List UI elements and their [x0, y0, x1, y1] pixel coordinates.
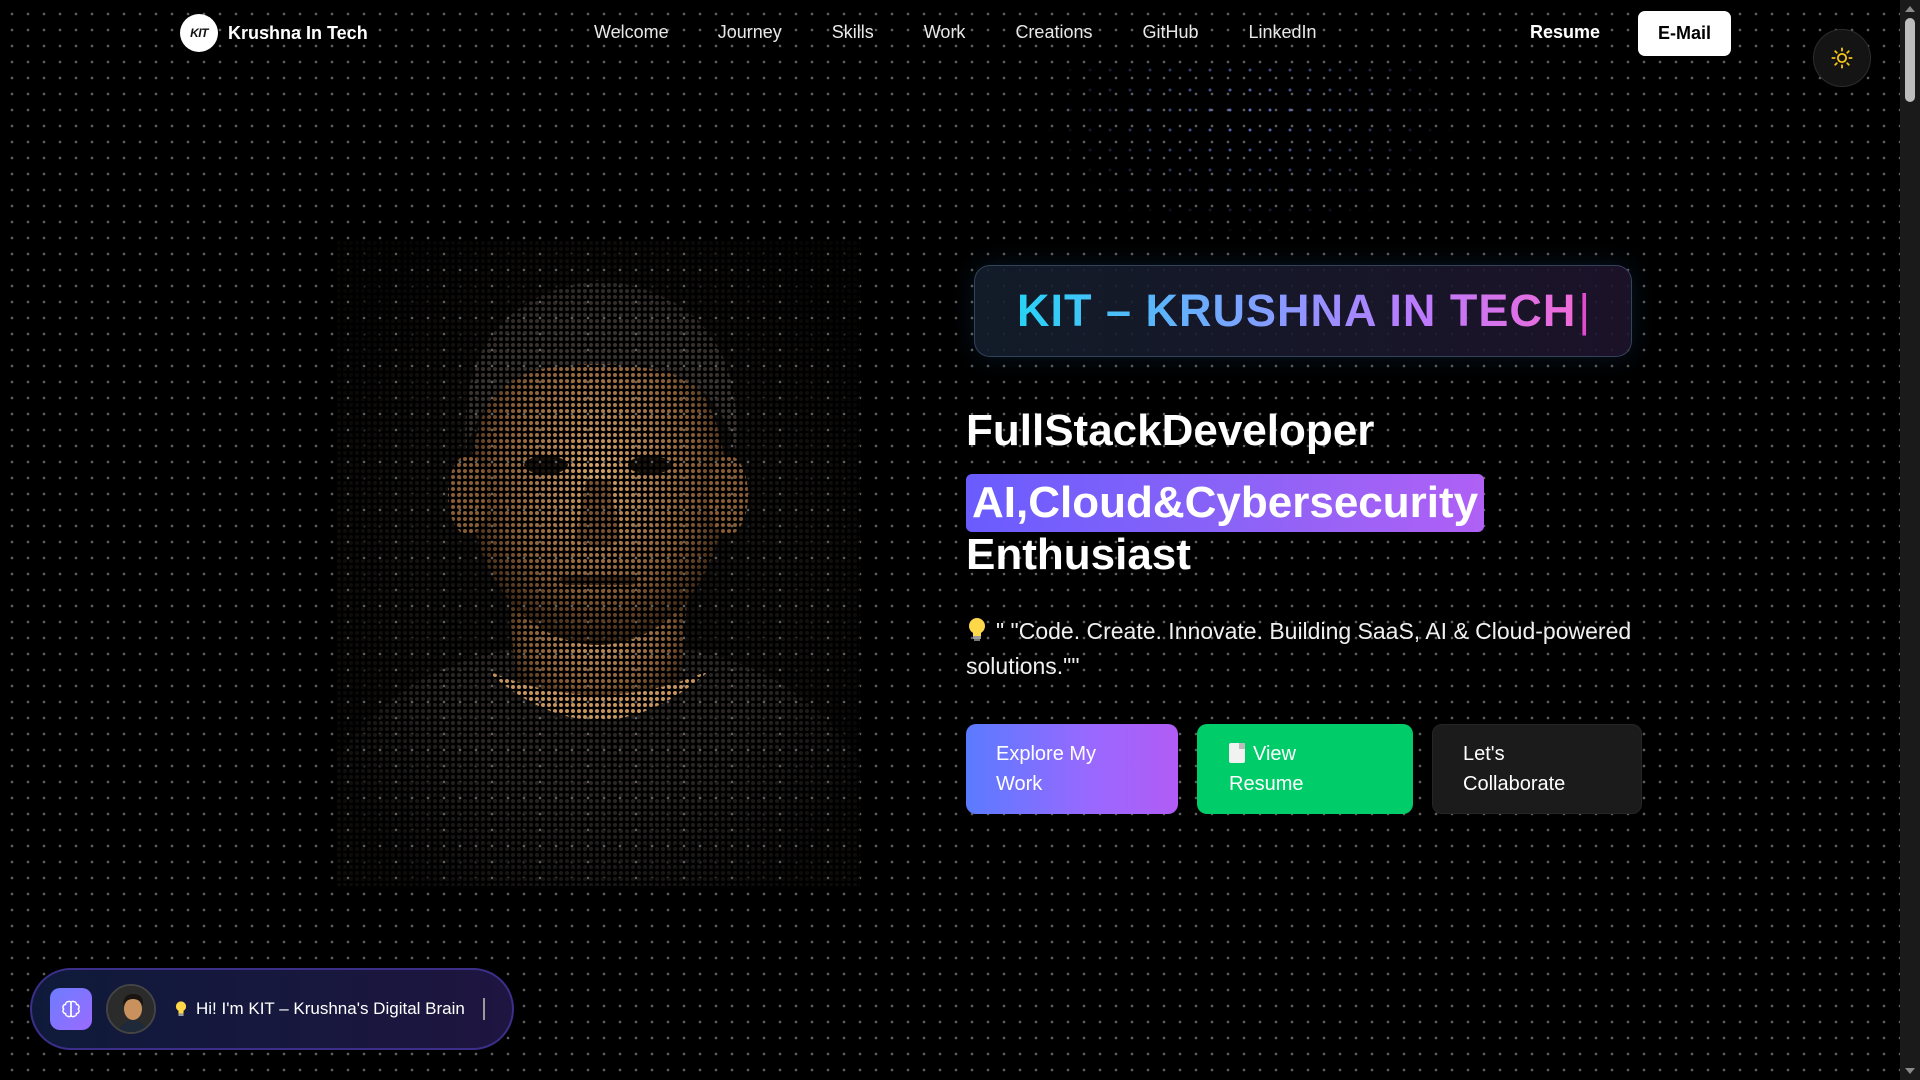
chat-lightbulb-icon — [175, 1001, 187, 1016]
logo-badge: KIT — [180, 14, 218, 52]
nav-resume-link[interactable]: Resume — [1530, 22, 1600, 43]
email-button[interactable]: E-Mail — [1638, 11, 1731, 56]
nav-link-work[interactable]: Work — [924, 22, 966, 43]
explore-work-label: Explore My Work — [996, 743, 1097, 795]
document-icon — [1229, 743, 1245, 763]
scroll-up-icon[interactable] — [1905, 6, 1915, 12]
view-resume-button[interactable]: View Resume — [1197, 724, 1413, 814]
headline-line-1: FullStackDeveloper — [966, 406, 1375, 455]
hero-title-banner: KIT – KRUSHNA IN TECH | — [974, 265, 1632, 357]
scroll-down-icon[interactable] — [1905, 1068, 1915, 1074]
nav-links: Welcome Journey Skills Work Creations Gi… — [594, 22, 1317, 43]
hero-title: KIT – KRUSHNA IN TECH — [1017, 285, 1577, 336]
nav-link-welcome[interactable]: Welcome — [594, 22, 669, 43]
chat-message-text: Hi! I'm KIT – Krushna's Digital Brain — [196, 999, 465, 1018]
nav-link-journey[interactable]: Journey — [718, 22, 782, 43]
theme-toggle-button[interactable] — [1813, 29, 1871, 87]
top-navbar: KIT Krushna In Tech Welcome Journey Skil… — [0, 0, 1900, 68]
nav-link-github[interactable]: GitHub — [1142, 22, 1198, 43]
view-resume-label-wrap: View Resume — [1229, 739, 1339, 799]
page-scrollbar[interactable] — [1900, 0, 1920, 1080]
headline-line-3: Enthusiast — [966, 530, 1191, 579]
nav-link-linkedin[interactable]: LinkedIn — [1249, 22, 1317, 43]
chat-assistant-widget[interactable]: Hi! I'm KIT – Krushna's Digital Brain — [30, 968, 514, 1050]
scroll-thumb[interactable] — [1905, 18, 1915, 102]
background-glow-dots — [1040, 60, 1460, 240]
nav-link-skills[interactable]: Skills — [832, 22, 874, 43]
portrait-image — [336, 240, 860, 886]
lightbulb-icon — [966, 614, 988, 649]
avatar — [106, 984, 156, 1034]
headline-line-2-highlight: AI,Cloud&Cybersecurity — [966, 474, 1485, 532]
tagline-text: " "Code. Create. Innovate. Building SaaS… — [966, 618, 1632, 679]
chat-caret — [482, 998, 485, 1020]
chat-greeting: Hi! I'm KIT – Krushna's Digital Brain — [174, 998, 485, 1020]
typing-caret: | — [1578, 285, 1591, 336]
collaborate-label: Let's Collaborate — [1463, 743, 1566, 795]
explore-work-button[interactable]: Explore My Work — [966, 724, 1178, 814]
tagline-quote: " "Code. Create. Innovate. Building SaaS… — [966, 614, 1646, 684]
site-logo[interactable]: KIT Krushna In Tech — [180, 14, 368, 52]
logo-text: Krushna In Tech — [228, 22, 368, 43]
nav-link-creations[interactable]: Creations — [1015, 22, 1092, 43]
sun-icon — [1831, 47, 1853, 69]
collaborate-button[interactable]: Let's Collaborate — [1432, 724, 1642, 814]
brain-icon[interactable] — [50, 988, 92, 1030]
